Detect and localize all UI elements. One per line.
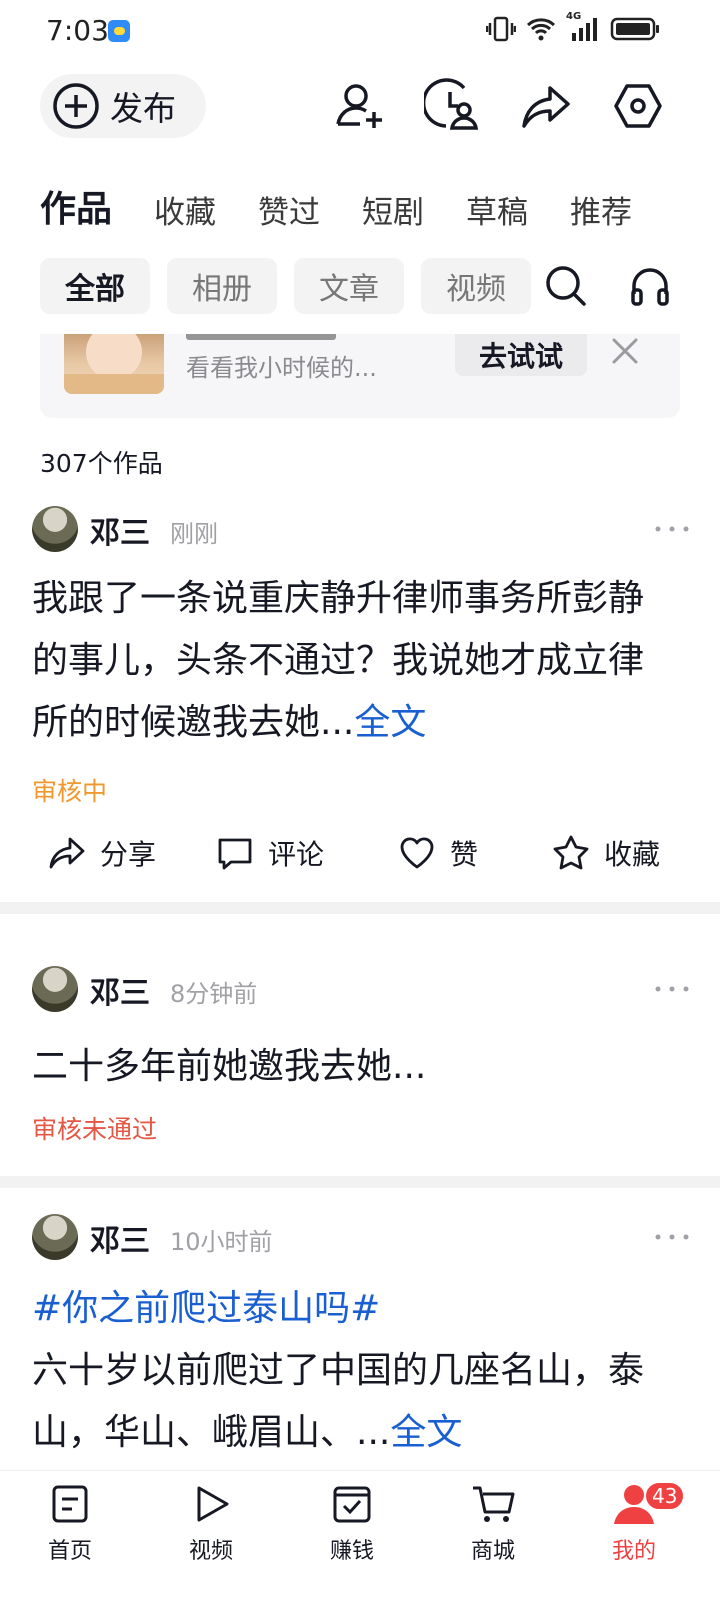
publish-label: 发布 xyxy=(110,89,176,128)
nav-home-label: 首页 xyxy=(47,1539,92,1564)
nav-mall-label: 商城 xyxy=(470,1539,515,1564)
full-text-link[interactable]: 全文 xyxy=(354,702,426,743)
post-text[interactable]: 二十多年前她邀我去她... xyxy=(32,1036,672,1098)
profile-top-bar: 发布 xyxy=(0,72,720,142)
filter-albums[interactable]: 相册 xyxy=(167,258,277,314)
nav-video[interactable]: 视频 xyxy=(161,1481,261,1565)
visitor-history-icon[interactable] xyxy=(424,78,480,134)
post-card[interactable]: 邓三 刚刚 我跟了一条说重庆静升律师事务所彭静的事儿，头条不通过？我说她才成立律… xyxy=(0,506,720,896)
plus-circle-icon xyxy=(53,83,99,129)
post-card[interactable]: 邓三 8分钟前 二十多年前她邀我去她... 审核未通过 xyxy=(0,966,720,1166)
author-name[interactable]: 邓三 xyxy=(90,1216,150,1260)
author-name[interactable]: 邓三 xyxy=(90,508,150,552)
status-time: 7:03 xyxy=(46,14,109,47)
favorite-button[interactable]: 收藏 xyxy=(552,828,660,878)
like-button[interactable]: 赞 xyxy=(398,828,478,878)
share-label: 分享 xyxy=(100,838,157,871)
tab-recommend[interactable]: 推荐 xyxy=(570,187,632,232)
hashtag-link[interactable]: #你之前爬过泰山吗# xyxy=(32,1278,672,1340)
avatar[interactable] xyxy=(32,966,78,1012)
status-indicators: 4G xyxy=(485,11,660,47)
search-icon[interactable] xyxy=(542,262,590,310)
post-header: 邓三 10小时前 xyxy=(32,1214,692,1264)
nav-earn[interactable]: 赚钱 xyxy=(302,1481,402,1565)
tab-drafts[interactable]: 草稿 xyxy=(466,187,528,232)
tab-works[interactable]: 作品 xyxy=(40,180,112,232)
cart-icon xyxy=(470,1481,516,1527)
filter-videos[interactable]: 视频 xyxy=(421,258,531,314)
post-time: 刚刚 xyxy=(170,520,218,548)
weather-app-icon xyxy=(108,20,130,42)
notification-badge: 43 xyxy=(644,1481,686,1511)
filter-all[interactable]: 全部 xyxy=(40,258,150,314)
author-name[interactable]: 邓三 xyxy=(90,968,150,1012)
more-icon[interactable] xyxy=(652,514,692,544)
full-text-link[interactable]: 全文 xyxy=(390,1412,462,1453)
filter-articles[interactable]: 文章 xyxy=(294,258,404,314)
heart-icon xyxy=(400,837,434,869)
bottom-nav: 首页 视频 赚钱 商城 我的 43 xyxy=(0,1470,720,1604)
post-text[interactable]: #你之前爬过泰山吗# 六十岁以前爬过了中国的几座名山，泰山，华山、峨眉山、...全… xyxy=(32,1278,672,1464)
tab-favorites[interactable]: 收藏 xyxy=(154,187,216,232)
favorite-label: 收藏 xyxy=(604,838,661,871)
share-icon xyxy=(49,837,85,869)
wifi-icon xyxy=(526,16,556,46)
promo-thumbnail xyxy=(64,334,164,394)
cellular-signal-icon: 4G xyxy=(566,11,600,47)
promo-subtitle: 看看我小时候的... xyxy=(186,354,377,382)
headphones-icon[interactable] xyxy=(626,262,674,310)
comment-label: 评论 xyxy=(268,838,325,871)
post-time: 10小时前 xyxy=(170,1228,273,1256)
battery-icon xyxy=(610,16,660,46)
close-icon[interactable] xyxy=(608,334,642,368)
share-button[interactable]: 分享 xyxy=(48,828,156,878)
review-status: 审核中 xyxy=(32,777,108,806)
home-icon xyxy=(47,1481,93,1527)
tab-short-dramas[interactable]: 短剧 xyxy=(362,187,424,232)
add-friend-icon[interactable] xyxy=(332,78,388,134)
post-header: 邓三 刚刚 xyxy=(32,506,692,556)
post-text[interactable]: 我跟了一条说重庆静升律师事务所彭静的事儿，头条不通过？我说她才成立律所的时候邀我… xyxy=(32,568,672,754)
post-body: 我跟了一条说重庆静升律师事务所彭静的事儿，头条不通过？我说她才成立律所的时候邀我… xyxy=(32,578,645,743)
earn-icon xyxy=(329,1481,375,1527)
tab-liked[interactable]: 赞过 xyxy=(258,187,320,232)
post-header: 邓三 8分钟前 xyxy=(32,966,692,1016)
avatar[interactable] xyxy=(32,506,78,552)
post-body: 六十岁以前爬过了中国的几座名山，泰山，华山、峨眉山、... xyxy=(32,1350,645,1453)
nav-profile[interactable]: 我的 43 xyxy=(584,1481,686,1565)
status-bar: 7:03 4G xyxy=(0,0,720,64)
filter-row: 全部 相册 文章 视频 xyxy=(40,258,720,314)
star-icon xyxy=(553,835,589,870)
nav-earn-label: 赚钱 xyxy=(329,1539,374,1564)
publish-button[interactable]: 发布 xyxy=(40,74,206,138)
settings-icon[interactable] xyxy=(610,78,666,134)
play-icon xyxy=(188,1481,234,1527)
post-actions: 分享 评论 赞 收藏 xyxy=(0,828,720,878)
section-divider xyxy=(0,902,720,914)
works-count: 307个作品 xyxy=(40,449,163,478)
share-icon[interactable] xyxy=(518,78,574,134)
post-body: 二十多年前她邀我去她... xyxy=(32,1046,427,1087)
more-icon[interactable] xyxy=(652,974,692,1004)
avatar[interactable] xyxy=(32,1214,78,1260)
vibrate-icon xyxy=(485,16,517,46)
post-card[interactable]: 邓三 10小时前 #你之前爬过泰山吗# 六十岁以前爬过了中国的几座名山，泰山，华山… xyxy=(0,1214,720,1470)
promo-card[interactable]: 看看我小时候的... 去试试 xyxy=(40,334,680,418)
nav-mall[interactable]: 商城 xyxy=(443,1481,543,1565)
nav-profile-label: 我的 xyxy=(611,1539,656,1564)
nav-video-label: 视频 xyxy=(188,1539,233,1564)
comment-icon xyxy=(218,838,252,870)
like-label: 赞 xyxy=(450,838,479,871)
network-type-label: 4G xyxy=(566,11,582,22)
section-divider xyxy=(0,1176,720,1188)
promo-try-button[interactable]: 去试试 xyxy=(455,334,587,376)
review-status: 审核未通过 xyxy=(32,1115,158,1144)
post-time: 8分钟前 xyxy=(170,980,258,1008)
content-tabs: 作品 收藏 赞过 短剧 草稿 推荐 xyxy=(40,180,674,232)
comment-button[interactable]: 评论 xyxy=(216,828,324,878)
more-icon[interactable] xyxy=(652,1222,692,1252)
nav-home[interactable]: 首页 xyxy=(20,1481,120,1565)
promo-title-clipped xyxy=(186,334,336,340)
